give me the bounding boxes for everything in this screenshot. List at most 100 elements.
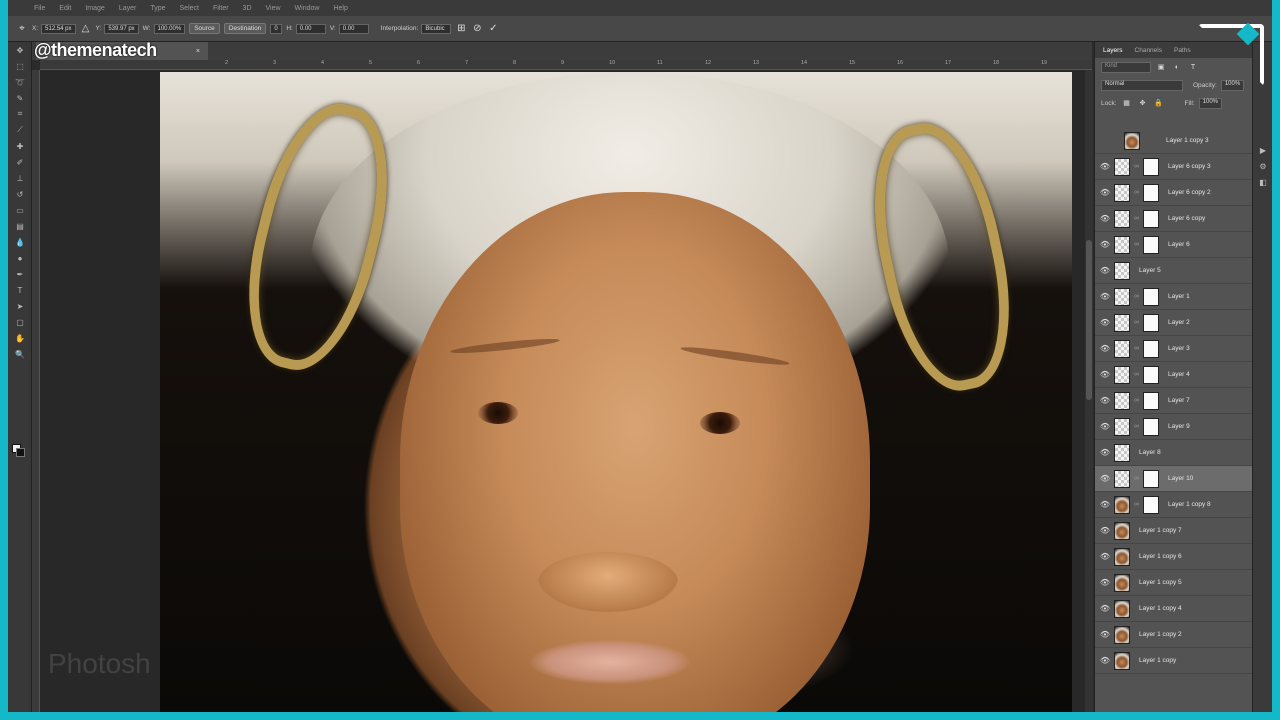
y-field[interactable]: Y: 539.97 px bbox=[96, 23, 139, 34]
eye-icon[interactable]: 👁 bbox=[1099, 656, 1111, 665]
healing-brush-tool-icon[interactable]: ✚ bbox=[8, 138, 32, 154]
layer-row[interactable]: 👁 Layer 5 bbox=[1095, 258, 1253, 284]
eye-icon[interactable]: 👁 bbox=[1099, 422, 1111, 431]
h-field[interactable]: H: 0.00 bbox=[286, 23, 326, 34]
layer-name[interactable]: Layer 9 bbox=[1168, 423, 1190, 430]
pen-tool-icon[interactable]: ✒ bbox=[8, 266, 32, 282]
eye-icon[interactable]: 👁 bbox=[1099, 370, 1111, 379]
tab-paths[interactable]: Paths bbox=[1174, 47, 1191, 54]
layer-name[interactable]: Layer 1 copy 8 bbox=[1168, 501, 1211, 508]
type-tool-icon[interactable]: T bbox=[8, 282, 32, 298]
layer-name[interactable]: Layer 10 bbox=[1168, 475, 1193, 482]
move-tool-icon[interactable]: ✥ bbox=[8, 42, 32, 58]
layer-mask-thumbnail[interactable] bbox=[1143, 391, 1159, 410]
eye-icon[interactable]: 👁 bbox=[1099, 630, 1111, 639]
layer-row[interactable]: 👁 ∞ Layer 6 copy 2 bbox=[1095, 180, 1253, 206]
eraser-tool-icon[interactable]: ▭ bbox=[8, 202, 32, 218]
quick-select-tool-icon[interactable]: ✎ bbox=[8, 90, 32, 106]
tool-preset-icon[interactable]: ⌖ bbox=[16, 23, 28, 35]
eye-icon[interactable]: 👁 bbox=[1099, 214, 1111, 223]
layer-mask-thumbnail[interactable] bbox=[1143, 495, 1159, 514]
gradient-tool-icon[interactable]: ▤ bbox=[8, 218, 32, 234]
layer-row[interactable]: 👁 Layer 1 copy 5 bbox=[1095, 570, 1253, 596]
layer-row[interactable]: 👁 ∞ Layer 7 bbox=[1095, 388, 1253, 414]
document-canvas[interactable]: Photosh bbox=[40, 70, 1085, 712]
layer-row[interactable]: 👁 Layer 1 copy 2 bbox=[1095, 622, 1253, 648]
layer-name[interactable]: Layer 6 copy bbox=[1168, 215, 1205, 222]
layer-row[interactable]: 👁 ∞ Layer 6 copy bbox=[1095, 206, 1253, 232]
layer-name[interactable]: Layer 1 copy 5 bbox=[1139, 579, 1182, 586]
x-field[interactable]: X: 512.54 px bbox=[32, 23, 76, 34]
layer-name[interactable]: Layer 8 bbox=[1139, 449, 1161, 456]
filter-adjust-icon[interactable]: ◐ bbox=[1171, 61, 1183, 73]
interpolation-select[interactable]: Interpolation: Bicubic bbox=[381, 23, 452, 34]
layer-name[interactable]: Layer 4 bbox=[1168, 371, 1190, 378]
layer-mask-thumbnail[interactable] bbox=[1143, 287, 1159, 306]
eye-icon[interactable]: 👁 bbox=[1099, 526, 1111, 535]
layer-row[interactable]: 👁 ∞ Layer 3 bbox=[1095, 336, 1253, 362]
menu-image[interactable]: Image bbox=[85, 5, 104, 12]
marquee-tool-icon[interactable]: ⬚ bbox=[8, 58, 32, 74]
portrait-photo[interactable] bbox=[160, 72, 1072, 712]
lock-all-icon[interactable]: 🔒 bbox=[1153, 97, 1165, 109]
layer-mask-thumbnail[interactable] bbox=[1143, 365, 1159, 384]
menu-3d[interactable]: 3D bbox=[243, 5, 252, 12]
hand-tool-icon[interactable]: ✋ bbox=[8, 330, 32, 346]
eyedropper-tool-icon[interactable]: ⟋ bbox=[8, 122, 32, 138]
layer-row[interactable]: 👁 ∞ Layer 6 copy 3 bbox=[1095, 154, 1253, 180]
zoom-tool-icon[interactable]: 🔍 bbox=[8, 346, 32, 362]
shape-tool-icon[interactable]: ▢ bbox=[8, 314, 32, 330]
brush-tool-icon[interactable]: ✐ bbox=[8, 154, 32, 170]
offset-field[interactable]: 0 bbox=[270, 23, 283, 34]
background-color-swatch[interactable] bbox=[16, 448, 25, 457]
eye-icon[interactable]: 👁 bbox=[1099, 344, 1111, 353]
lasso-tool-icon[interactable]: ➰ bbox=[8, 74, 32, 90]
layer-row[interactable]: 👁 ∞ Layer 1 copy 8 bbox=[1095, 492, 1253, 518]
eye-icon[interactable]: 👁 bbox=[1099, 604, 1111, 613]
eye-icon[interactable]: 👁 bbox=[1099, 266, 1111, 275]
layer-row[interactable]: 👁 ∞ Layer 1 bbox=[1095, 284, 1253, 310]
layer-row[interactable]: 👁 ∞ Layer 9 bbox=[1095, 414, 1253, 440]
eye-icon[interactable]: 👁 bbox=[1099, 448, 1111, 457]
layer-name[interactable]: Layer 5 bbox=[1139, 267, 1161, 274]
history-panel-icon[interactable]: ▶ bbox=[1253, 142, 1272, 158]
path-select-tool-icon[interactable]: ➤ bbox=[8, 298, 32, 314]
eye-icon[interactable]: 👁 bbox=[1099, 240, 1111, 249]
layer-name[interactable]: Layer 1 copy bbox=[1139, 657, 1176, 664]
eye-icon[interactable]: 👁 bbox=[1099, 552, 1111, 561]
layer-row[interactable]: 👁 Layer 1 copy 6 bbox=[1095, 544, 1253, 570]
layer-name[interactable]: Layer 1 copy 4 bbox=[1139, 605, 1182, 612]
layer-row[interactable]: 👁 ∞ Layer 2 bbox=[1095, 310, 1253, 336]
lock-pixels-icon[interactable]: ▦ bbox=[1121, 97, 1133, 109]
menu-type[interactable]: Type bbox=[150, 5, 165, 12]
fill-field[interactable]: 100% bbox=[1198, 97, 1223, 109]
tab-layers[interactable]: Layers bbox=[1103, 47, 1123, 54]
lock-position-icon[interactable]: ✥ bbox=[1137, 97, 1149, 109]
menu-window[interactable]: Window bbox=[295, 5, 320, 12]
delta-icon[interactable]: △ bbox=[80, 23, 92, 35]
adjustments-panel-icon[interactable]: ◧ bbox=[1253, 174, 1272, 190]
layer-mask-thumbnail[interactable] bbox=[1143, 183, 1159, 202]
layer-row[interactable]: 👁 Layer 1 copy 4 bbox=[1095, 596, 1253, 622]
layer-name[interactable]: Layer 7 bbox=[1168, 397, 1190, 404]
layer-row[interactable]: 👁 Layer 8 bbox=[1095, 440, 1253, 466]
menu-edit[interactable]: Edit bbox=[59, 5, 71, 12]
layer-mask-thumbnail[interactable] bbox=[1143, 339, 1159, 358]
layer-name[interactable]: Layer 3 bbox=[1168, 345, 1190, 352]
layer-name[interactable]: Layer 1 copy 6 bbox=[1139, 553, 1182, 560]
menu-layer[interactable]: Layer bbox=[119, 5, 137, 12]
layer-name[interactable]: Layer 1 copy 3 bbox=[1166, 137, 1209, 144]
source-button[interactable]: Source bbox=[189, 23, 220, 34]
eye-icon[interactable]: 👁 bbox=[1099, 292, 1111, 301]
eye-icon[interactable]: 👁 bbox=[1099, 396, 1111, 405]
menu-filter[interactable]: Filter bbox=[213, 5, 229, 12]
layer-row[interactable]: 👁 Layer 1 copy 7 bbox=[1095, 518, 1253, 544]
layer-row[interactable]: 👁 ∞ Layer 6 bbox=[1095, 232, 1253, 258]
document-tab-close-icon[interactable]: × bbox=[196, 48, 200, 55]
layer-mask-thumbnail[interactable] bbox=[1143, 235, 1159, 254]
blur-tool-icon[interactable]: 💧 bbox=[8, 234, 32, 250]
layer-row[interactable]: 👁 ∞ Layer 4 bbox=[1095, 362, 1253, 388]
warp-icon[interactable]: ⊞ bbox=[455, 23, 467, 35]
filter-pixel-icon[interactable]: ▣ bbox=[1155, 61, 1167, 73]
blend-mode-select[interactable]: Normal bbox=[1101, 79, 1183, 91]
